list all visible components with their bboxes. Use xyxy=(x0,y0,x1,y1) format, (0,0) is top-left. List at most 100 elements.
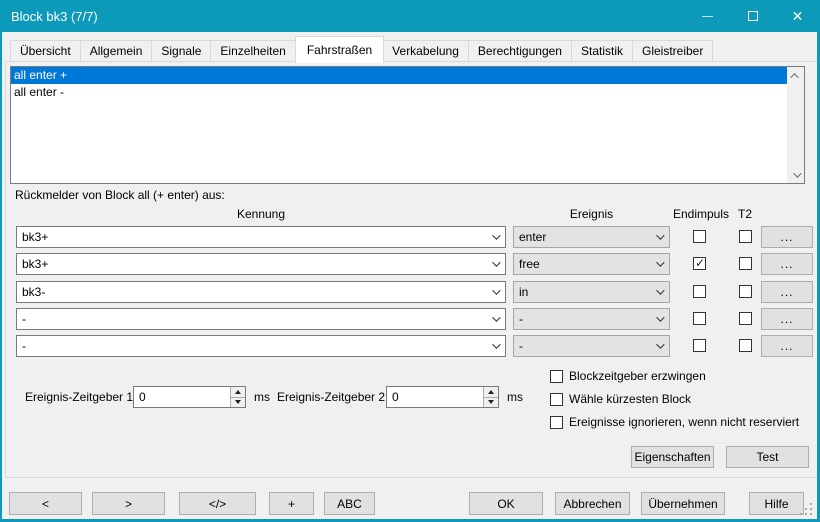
kennung-value: bk3+ xyxy=(17,257,485,271)
timer1-label: Ereignis-Zeitgeber 1 xyxy=(25,390,133,404)
add-button[interactable]: + xyxy=(269,492,314,515)
kennung-combobox[interactable]: bk3- xyxy=(16,281,506,303)
routes-listbox[interactable]: all enter + all enter - xyxy=(10,66,805,184)
spinner-up-button[interactable] xyxy=(484,387,498,397)
endimpuls-checkbox[interactable] xyxy=(693,312,706,325)
minimize-icon xyxy=(702,16,713,17)
scroll-up-button[interactable] xyxy=(787,67,804,84)
abc-button[interactable]: ABC xyxy=(324,492,375,515)
t2-checkbox[interactable] xyxy=(739,230,752,243)
kennung-value: - xyxy=(17,339,485,353)
chevron-down-icon[interactable] xyxy=(485,343,505,349)
ereignis-combobox[interactable]: - xyxy=(513,308,670,330)
timer2-input[interactable]: 0 xyxy=(386,386,499,408)
chevron-down-icon[interactable] xyxy=(485,234,505,240)
tab-signale[interactable]: Signale xyxy=(152,40,211,62)
tab-verkabelung[interactable]: Verkabelung xyxy=(383,40,469,62)
chevron-down-icon[interactable] xyxy=(485,289,505,295)
ereignisse-ignorieren-checkbox[interactable] xyxy=(550,416,563,429)
close-button[interactable]: ✕ xyxy=(775,0,820,32)
code-button[interactable]: </> xyxy=(179,492,256,515)
spinner-up-icon xyxy=(235,390,241,394)
tab-fahrstrassen[interactable]: Fahrstraßen xyxy=(295,36,384,63)
cancel-button[interactable]: Abbrechen xyxy=(555,492,630,515)
kennung-combobox[interactable]: - xyxy=(16,335,506,357)
ereignis-combobox[interactable]: free xyxy=(513,253,670,275)
kennung-value: bk3+ xyxy=(17,230,485,244)
resize-grip[interactable] xyxy=(798,501,812,515)
option-kuerzester-block[interactable]: Wähle kürzesten Block xyxy=(550,391,691,407)
apply-button[interactable]: Übernehmen xyxy=(641,492,725,515)
timer1-input[interactable]: 0 xyxy=(133,386,246,408)
minimize-button[interactable] xyxy=(685,0,730,32)
spinner-down-icon xyxy=(488,400,494,404)
kennung-combobox[interactable]: bk3+ xyxy=(16,253,506,275)
chevron-down-icon[interactable] xyxy=(485,316,505,322)
tab-berechtigungen[interactable]: Berechtigungen xyxy=(469,40,572,62)
timer2-unit: ms xyxy=(507,390,523,404)
column-header-ereignis: Ereignis xyxy=(513,207,670,221)
more-options-button[interactable]: ... xyxy=(761,335,813,357)
list-item[interactable]: all enter + xyxy=(11,67,787,84)
ereignis-combobox[interactable]: enter xyxy=(513,226,670,248)
spinner-down-button[interactable] xyxy=(484,397,498,408)
list-item[interactable]: all enter - xyxy=(11,84,787,101)
kennung-combobox[interactable]: - xyxy=(16,308,506,330)
eigenschaften-button[interactable]: Eigenschaften xyxy=(631,446,714,468)
more-options-button[interactable]: ... xyxy=(761,281,813,303)
chevron-down-icon[interactable] xyxy=(649,316,669,322)
kuerzester-block-checkbox[interactable] xyxy=(550,393,563,406)
option-label: Ereignisse ignorieren, wenn nicht reserv… xyxy=(569,415,799,429)
column-header-kennung: Kennung xyxy=(16,207,506,221)
window-controls: ✕ xyxy=(685,0,820,32)
close-icon: ✕ xyxy=(792,9,804,23)
endimpuls-checkbox[interactable] xyxy=(693,285,706,298)
listbox-scrollbar[interactable] xyxy=(787,67,804,183)
spinner-up-button[interactable] xyxy=(231,387,245,397)
blockzeitgeber-checkbox[interactable] xyxy=(550,370,563,383)
spinner-down-button[interactable] xyxy=(231,397,245,408)
ereignis-value: - xyxy=(514,339,649,353)
ereignis-combobox[interactable]: in xyxy=(513,281,670,303)
kennung-value: - xyxy=(17,312,485,326)
test-button[interactable]: Test xyxy=(726,446,809,468)
chevron-down-icon[interactable] xyxy=(485,261,505,267)
scroll-down-button[interactable] xyxy=(787,166,804,183)
t2-checkbox[interactable] xyxy=(739,285,752,298)
timer1-value: 0 xyxy=(134,387,230,407)
t2-checkbox[interactable] xyxy=(739,257,752,270)
ereignis-combobox[interactable]: - xyxy=(513,335,670,357)
kennung-combobox[interactable]: bk3+ xyxy=(16,226,506,248)
endimpuls-checkbox[interactable] xyxy=(693,230,706,243)
next-button[interactable]: > xyxy=(92,492,165,515)
t2-checkbox[interactable] xyxy=(739,339,752,352)
ereignis-value: enter xyxy=(514,230,649,244)
titlebar[interactable]: Block bk3 (7/7) ✕ xyxy=(0,0,820,32)
t2-checkbox[interactable] xyxy=(739,312,752,325)
endimpuls-checkbox[interactable] xyxy=(693,257,706,270)
maximize-icon xyxy=(748,11,758,21)
maximize-button[interactable] xyxy=(730,0,775,32)
tab-uebersicht[interactable]: Übersicht xyxy=(10,40,81,62)
option-ereignisse-ignorieren[interactable]: Ereignisse ignorieren, wenn nicht reserv… xyxy=(550,414,799,430)
help-button[interactable]: Hilfe xyxy=(749,492,804,515)
option-label: Blockzeitgeber erzwingen xyxy=(569,369,706,383)
chevron-down-icon[interactable] xyxy=(649,234,669,240)
window-title: Block bk3 (7/7) xyxy=(0,9,685,24)
chevron-up-icon xyxy=(790,73,798,81)
ok-button[interactable]: OK xyxy=(469,492,543,515)
tab-gleistreiber[interactable]: Gleistreiber xyxy=(633,40,713,62)
option-blockzeitgeber[interactable]: Blockzeitgeber erzwingen xyxy=(550,368,706,384)
chevron-down-icon[interactable] xyxy=(649,261,669,267)
chevron-down-icon[interactable] xyxy=(649,343,669,349)
chevron-down-icon[interactable] xyxy=(649,289,669,295)
endimpuls-checkbox[interactable] xyxy=(693,339,706,352)
tab-statistik[interactable]: Statistik xyxy=(572,40,633,62)
more-options-button[interactable]: ... xyxy=(761,308,813,330)
tab-einzelheiten[interactable]: Einzelheiten xyxy=(211,40,295,62)
tab-allgemein[interactable]: Allgemein xyxy=(81,40,153,62)
more-options-button[interactable]: ... xyxy=(761,253,813,275)
more-options-button[interactable]: ... xyxy=(761,226,813,248)
prev-button[interactable]: < xyxy=(9,492,82,515)
column-header-t2: T2 xyxy=(734,207,756,221)
